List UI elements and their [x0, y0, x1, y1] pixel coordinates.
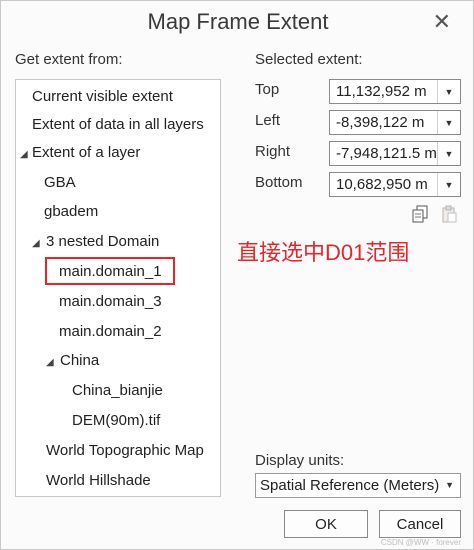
chevron-down-icon[interactable]: ▼ — [437, 80, 460, 103]
tree-item-china[interactable]: China — [60, 352, 99, 369]
selected-extent-heading: Selected extent: — [255, 51, 363, 68]
right-value[interactable]: -7,948,121.5 m — [336, 145, 437, 162]
left-field[interactable]: -8,398,122 m ▼ — [329, 110, 461, 135]
top-label: Top — [255, 81, 280, 98]
right-field[interactable]: -7,948,121.5 m ▼ — [329, 141, 461, 166]
extent-source-tree[interactable]: Current visible extent Extent of data in… — [15, 79, 221, 497]
left-label: Left — [255, 112, 281, 129]
annotation-text: 直接选中D01范围 — [237, 240, 410, 265]
dialog-title: Map Frame Extent — [147, 9, 329, 34]
display-units-select[interactable]: Spatial Reference (Meters) ▼ — [255, 473, 461, 498]
close-icon[interactable]: ✕ — [433, 9, 451, 35]
tree-item-main-domain-2[interactable]: main.domain_2 — [59, 323, 162, 340]
right-label: Right — [255, 143, 291, 160]
expand-caret-icon[interactable]: ◢ — [32, 238, 40, 249]
tree-item-extent-all-layers[interactable]: Extent of data in all layers — [32, 116, 204, 133]
top-field[interactable]: 11,132,952 m ▼ — [329, 79, 461, 104]
bottom-value[interactable]: 10,682,950 m — [336, 176, 428, 193]
chevron-down-icon[interactable]: ▼ — [445, 480, 454, 490]
tree-item-current-visible-extent[interactable]: Current visible extent — [32, 88, 173, 105]
get-extent-heading: Get extent from: — [15, 51, 123, 68]
tree-item-main-domain-3[interactable]: main.domain_3 — [59, 293, 162, 310]
tree-item-gbadem[interactable]: gbadem — [44, 203, 98, 220]
tree-item-world-hillshade[interactable]: World Hillshade — [46, 472, 151, 489]
chevron-down-icon[interactable]: ▼ — [437, 173, 460, 196]
display-units-value[interactable]: Spatial Reference (Meters) — [260, 477, 439, 494]
display-units-label: Display units: — [255, 452, 345, 469]
map-frame-extent-dialog: Map Frame Extent ✕ Get extent from: Curr… — [0, 0, 474, 550]
paste-icon — [441, 205, 457, 223]
cancel-button[interactable]: Cancel — [379, 510, 461, 538]
bottom-field[interactable]: 10,682,950 m ▼ — [329, 172, 461, 197]
left-value[interactable]: -8,398,122 m — [336, 114, 424, 131]
bottom-label: Bottom — [255, 174, 303, 191]
watermark: CSDN @WW · forever — [380, 538, 461, 547]
top-value[interactable]: 11,132,952 m — [336, 83, 427, 100]
chevron-down-icon[interactable]: ▼ — [437, 142, 460, 165]
highlight-box — [45, 257, 175, 285]
tree-item-world-topographic-map[interactable]: World Topographic Map — [46, 442, 204, 459]
tree-item-3-nested-domain[interactable]: 3 nested Domain — [46, 233, 159, 250]
copy-icon[interactable] — [412, 205, 428, 223]
tree-item-extent-of-a-layer[interactable]: Extent of a layer — [32, 144, 140, 161]
expand-caret-icon[interactable]: ◢ — [20, 149, 28, 160]
tree-item-china-bianjie[interactable]: China_bianjie — [72, 382, 163, 399]
expand-caret-icon[interactable]: ◢ — [46, 357, 54, 368]
tree-item-gba[interactable]: GBA — [44, 174, 76, 191]
tree-item-dem-tif[interactable]: DEM(90m).tif — [72, 412, 160, 429]
chevron-down-icon[interactable]: ▼ — [437, 111, 460, 134]
ok-button[interactable]: OK — [284, 510, 368, 538]
